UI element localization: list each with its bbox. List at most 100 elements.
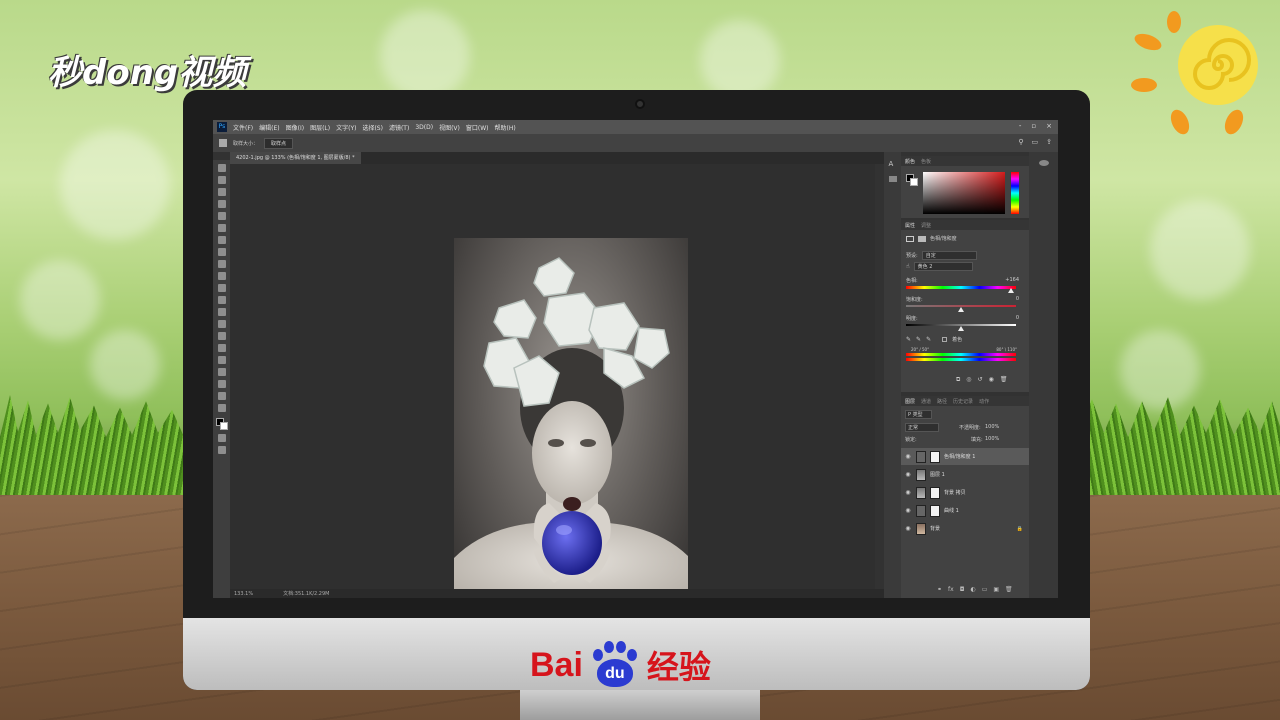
more-tools-icon[interactable]: [217, 404, 226, 412]
eyedropper-plus-icon[interactable]: ✎: [916, 336, 921, 343]
targeted-adjust-icon[interactable]: ☝: [906, 263, 910, 270]
color-swatches-icon[interactable]: [215, 418, 228, 430]
hue-spectrum[interactable]: [1011, 172, 1019, 214]
lightness-slider-thumb[interactable]: [958, 326, 964, 331]
menu-type[interactable]: 文字(Y): [336, 123, 356, 132]
menu-3d[interactable]: 3D(D): [415, 124, 433, 131]
minimize-button[interactable]: -: [1019, 122, 1022, 130]
color-field[interactable]: [923, 172, 1005, 214]
delete-layer-icon[interactable]: 🗑: [1005, 586, 1013, 593]
tab-swatches[interactable]: 色板: [921, 158, 931, 165]
new-group-icon[interactable]: ▭: [982, 586, 988, 593]
lasso-tool-icon[interactable]: [217, 188, 226, 196]
menu-filter[interactable]: 滤镜(T): [389, 123, 409, 132]
workspace-icon[interactable]: ▭: [1032, 138, 1039, 146]
delete-icon[interactable]: 🗑: [1000, 376, 1008, 384]
clone-stamp-tool-icon[interactable]: [217, 260, 226, 268]
document-tab[interactable]: 4202-1.jpg @ 133% (色相/饱和度 1, 图层蒙版/8) *: [230, 152, 361, 164]
fg-bg-swatch-icon[interactable]: [906, 174, 918, 186]
link-layers-icon[interactable]: ⚭: [937, 586, 942, 593]
tab-properties[interactable]: 属性: [905, 222, 915, 229]
hue-value[interactable]: +164: [1005, 277, 1019, 283]
opacity-value[interactable]: 100%: [985, 424, 999, 430]
eyedropper-tool-icon[interactable]: [217, 224, 226, 232]
range-bar-bottom[interactable]: [906, 358, 1016, 361]
history-brush-tool-icon[interactable]: [217, 272, 226, 280]
saturation-value[interactable]: 0: [1016, 296, 1019, 302]
layer-style-icon[interactable]: fx: [948, 586, 954, 593]
layer-row[interactable]: ◉ 图层 1: [901, 466, 1029, 483]
eye-icon[interactable]: ◉: [904, 489, 912, 496]
clip-to-layer-icon[interactable]: ⧉: [956, 376, 960, 384]
tab-history[interactable]: 历史记录: [953, 398, 973, 405]
eyedropper-minus-icon[interactable]: ✎: [926, 336, 931, 343]
share-icon[interactable]: ⇪: [1046, 138, 1052, 146]
paragraph-panel-icon[interactable]: [888, 176, 897, 182]
sample-size-select[interactable]: 取样点: [264, 137, 294, 149]
eye-icon[interactable]: ◉: [904, 507, 912, 514]
eyedropper-tool-icon[interactable]: [219, 139, 227, 147]
menu-select[interactable]: 选择(S): [362, 123, 383, 132]
gradient-tool-icon[interactable]: [217, 296, 226, 304]
layer-row[interactable]: ◉ 背景 🔒: [901, 520, 1029, 537]
add-mask-icon[interactable]: ◘: [960, 586, 965, 593]
layer-row[interactable]: ◉ 背景 拷贝: [901, 484, 1029, 501]
view-previous-icon[interactable]: ◎: [966, 376, 971, 384]
tab-adjustments[interactable]: 调整: [921, 222, 931, 229]
eye-icon[interactable]: ◉: [904, 453, 912, 460]
layer-row[interactable]: ◉ 色相/饱和度 1: [901, 448, 1029, 465]
layer-name[interactable]: 曲线 1: [944, 507, 959, 514]
new-adjustment-icon[interactable]: ◐: [970, 586, 975, 593]
path-select-tool-icon[interactable]: [217, 356, 226, 364]
healing-brush-tool-icon[interactable]: [217, 236, 226, 244]
tab-channels[interactable]: 通道: [921, 398, 931, 405]
eyedropper-icon[interactable]: ✎: [906, 336, 911, 343]
lightness-value[interactable]: 0: [1016, 315, 1019, 321]
menu-file[interactable]: 文件(F): [233, 123, 253, 132]
zoom-level[interactable]: 133.1%: [234, 591, 253, 597]
layer-row[interactable]: ◉ 曲线 1: [901, 502, 1029, 519]
search-icon[interactable]: ⚲: [1018, 138, 1023, 146]
restore-button[interactable]: ▫: [1031, 122, 1036, 130]
tab-layers[interactable]: 图层: [905, 398, 915, 405]
menu-image[interactable]: 图像(I): [286, 123, 304, 132]
type-tool-icon[interactable]: [217, 344, 226, 352]
blur-tool-icon[interactable]: [217, 308, 226, 316]
layer-name[interactable]: 背景: [930, 525, 940, 532]
menu-window[interactable]: 窗口(W): [466, 123, 489, 132]
reset-icon[interactable]: ↺: [978, 376, 983, 384]
menu-help[interactable]: 帮助(H): [495, 123, 516, 132]
fill-value[interactable]: 100%: [985, 436, 999, 442]
colorize-checkbox[interactable]: [942, 337, 948, 342]
shape-tool-icon[interactable]: [217, 368, 226, 376]
pen-tool-icon[interactable]: [217, 332, 226, 340]
blend-mode-select[interactable]: 正常: [905, 423, 940, 432]
screen-mode-icon[interactable]: [217, 446, 226, 454]
menu-edit[interactable]: 编辑(E): [259, 123, 279, 132]
hue-slider-thumb[interactable]: [1008, 288, 1014, 293]
dodge-tool-icon[interactable]: [217, 320, 226, 328]
tab-actions[interactable]: 动作: [979, 398, 989, 405]
libraries-icon[interactable]: [1038, 160, 1049, 166]
zoom-tool-icon[interactable]: [217, 392, 226, 400]
menu-view[interactable]: 视图(V): [439, 123, 460, 132]
tab-color[interactable]: 颜色: [905, 158, 915, 165]
canvas-area[interactable]: [230, 164, 875, 598]
tab-paths[interactable]: 路径: [937, 398, 947, 405]
new-layer-icon[interactable]: ▣: [993, 586, 999, 593]
quick-select-tool-icon[interactable]: [217, 200, 226, 208]
menu-layer[interactable]: 图层(L): [310, 123, 330, 132]
eye-icon[interactable]: ◉: [904, 471, 912, 478]
eye-icon[interactable]: ◉: [904, 525, 912, 532]
hue-slider[interactable]: [906, 286, 1016, 289]
layer-name[interactable]: 背景 拷贝: [944, 489, 966, 496]
channel-select[interactable]: 黄色 2: [913, 262, 974, 271]
hand-tool-icon[interactable]: [217, 380, 226, 388]
character-panel-icon[interactable]: A: [889, 160, 897, 168]
brush-tool-icon[interactable]: [217, 248, 226, 256]
quick-mask-icon[interactable]: [217, 434, 226, 442]
eraser-tool-icon[interactable]: [217, 284, 226, 292]
layer-name[interactable]: 色相/饱和度 1: [944, 453, 975, 460]
layer-name[interactable]: 图层 1: [930, 471, 945, 478]
marquee-tool-icon[interactable]: [217, 176, 226, 184]
